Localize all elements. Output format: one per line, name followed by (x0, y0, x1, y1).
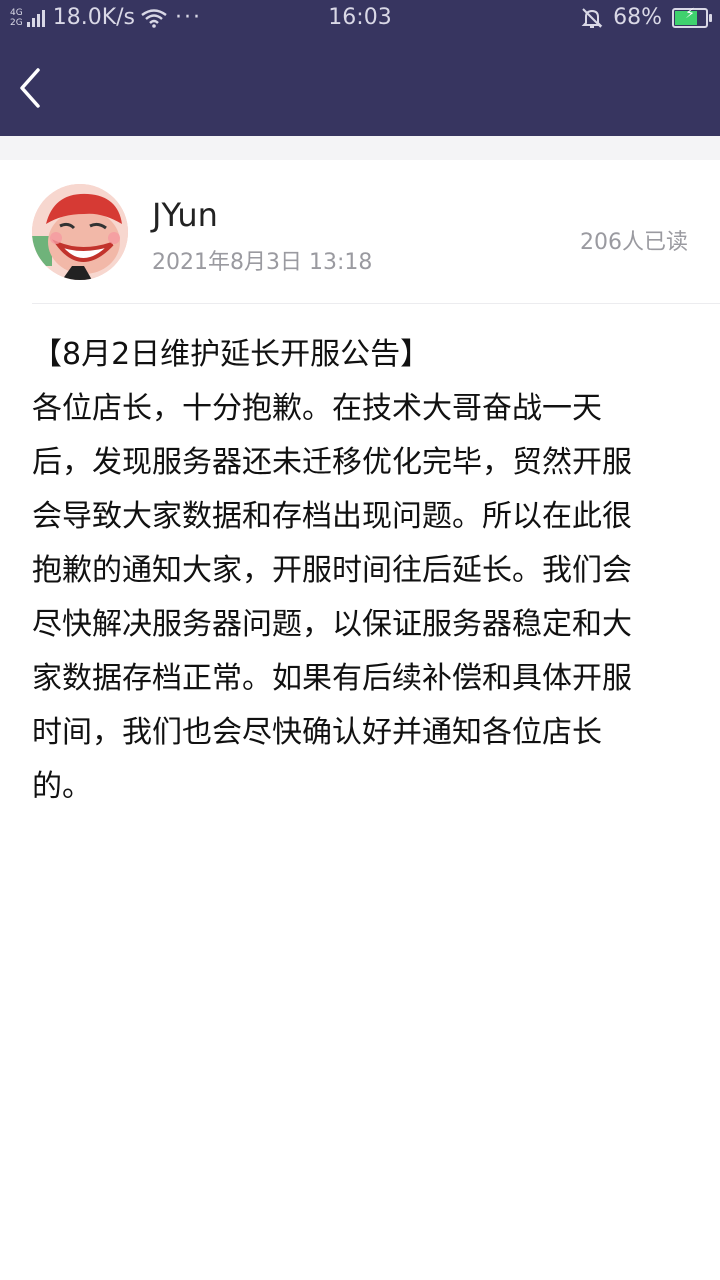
content-line: 会导致大家数据和存档出现问题。所以在此很 (32, 499, 632, 534)
content-line: 各位店长，十分抱歉。在技术大哥奋战一天 (32, 391, 602, 426)
read-count: 206人已读 (580, 230, 688, 255)
content-line: 时间，我们也会尽快确认好并通知各位店长 (32, 715, 602, 750)
content-line: 后，发现服务器还未迁移优化完毕，贸然开服 (32, 445, 632, 480)
content-line: 【8月2日维护延长开服公告】 (32, 337, 431, 372)
battery-cap (709, 13, 712, 22)
bell-muted-icon (581, 7, 603, 28)
section-gap (0, 136, 720, 160)
battery-charging-icon: ⚡ (672, 5, 712, 28)
divider (32, 303, 720, 304)
content-line: 抱歉的通知大家，开服时间往后延长。我们会 (32, 553, 632, 588)
avatar[interactable] (32, 184, 128, 280)
content-line: 家数据存档正常。如果有后续补偿和具体开服 (32, 661, 632, 696)
nav-bar (0, 38, 720, 136)
back-button[interactable] (12, 66, 52, 110)
author-name[interactable]: JYun (152, 196, 218, 234)
post-header: JYun 2021年8月3日 13:18 206人已读 (0, 160, 720, 304)
post-date: 2021年8月3日 13:18 (152, 250, 373, 275)
content-line: 尽快解决服务器问题，以保证服务器稳定和大 (32, 607, 632, 642)
avatar-image (32, 184, 128, 280)
content-line: 的。 (32, 769, 92, 804)
status-bar: 4G 2G 18.0K/s ··· 16:03 68% ⚡ (0, 0, 720, 38)
post-content: 【8月2日维护延长开服公告】 各位店长，十分抱歉。在技术大哥奋战一天 后，发现服… (32, 328, 688, 814)
status-right: 68% ⚡ (581, 5, 712, 30)
charging-bolt-icon: ⚡ (685, 5, 695, 22)
battery-percent: 68% (613, 5, 662, 30)
chevron-left-icon (20, 68, 40, 108)
